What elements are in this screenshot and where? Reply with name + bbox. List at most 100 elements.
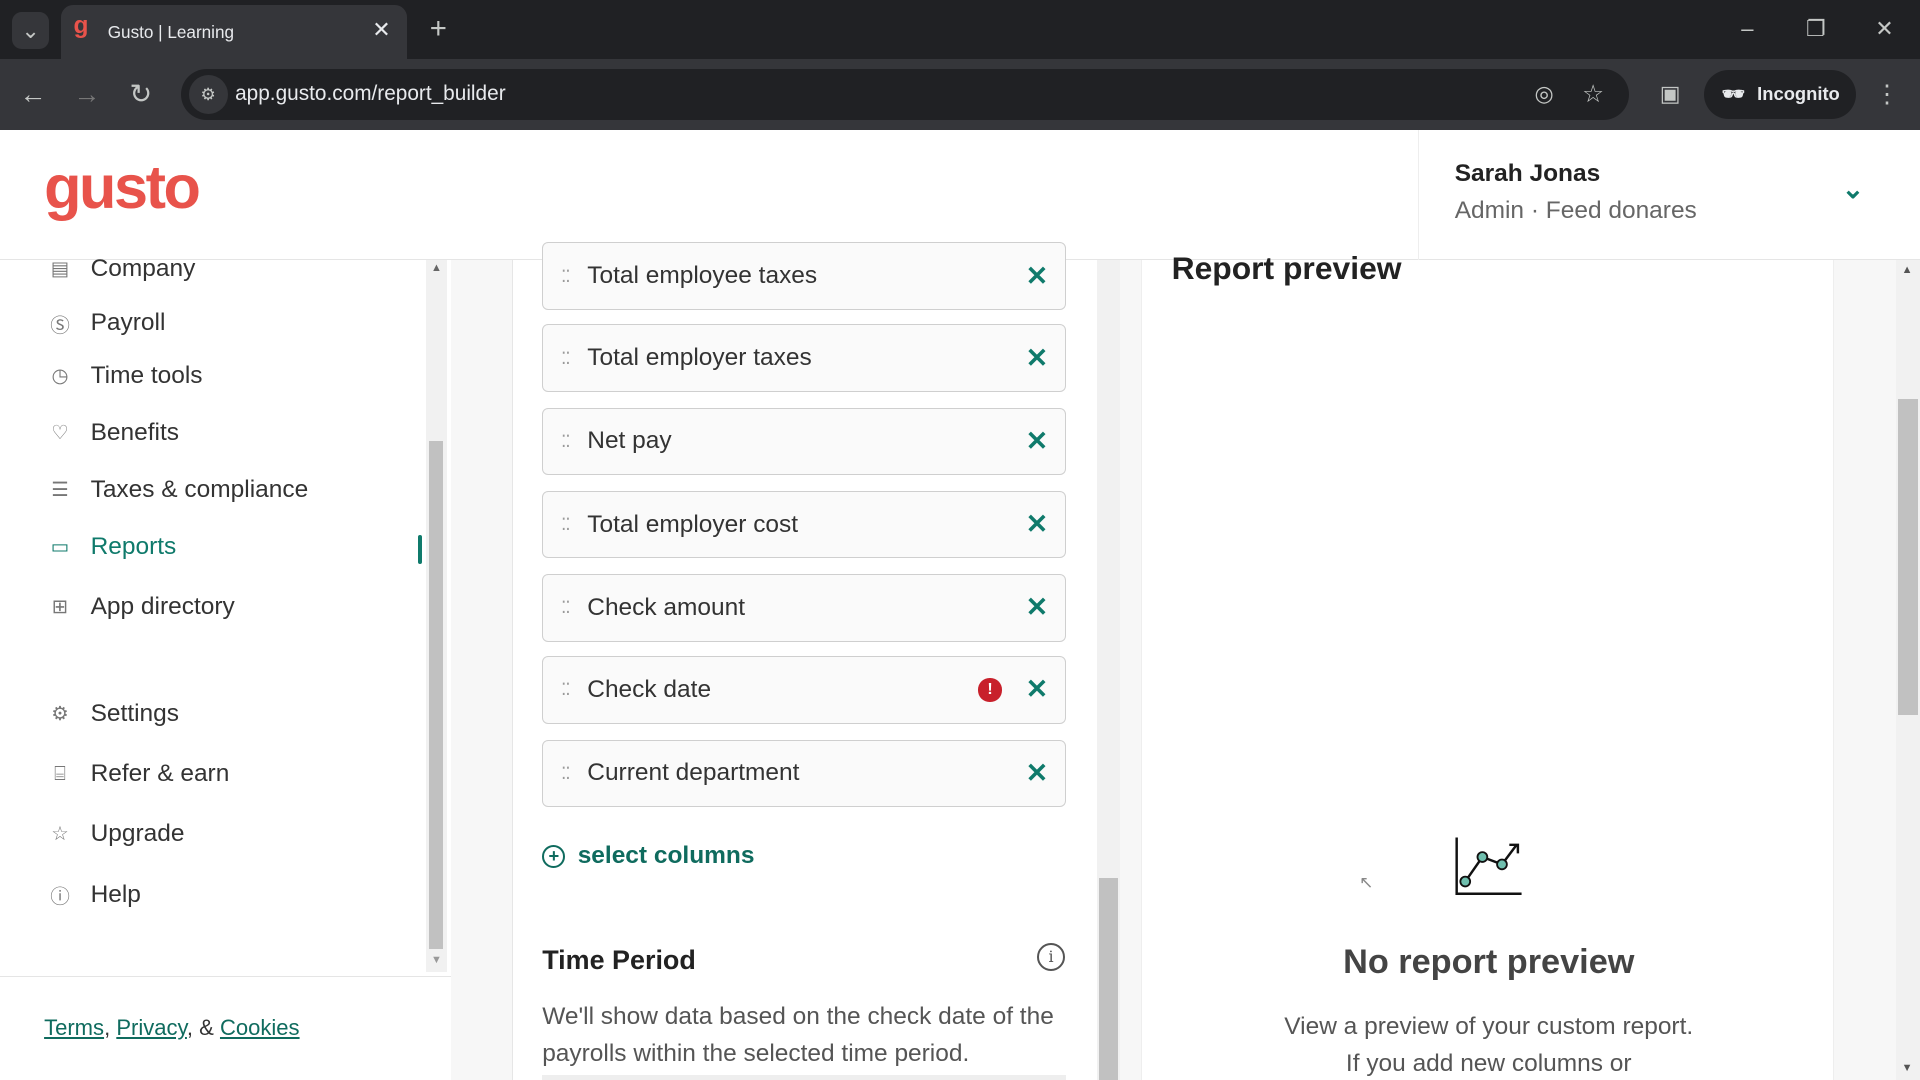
time-period-field[interactable] (542, 1075, 1067, 1080)
sidebar-item-label: Benefits (90, 418, 180, 446)
bookmark-star-icon[interactable]: ☆ (1577, 78, 1609, 110)
sidebar-scrollbar[interactable]: ▲ ▼ (426, 259, 447, 973)
sidebar-divider (0, 975, 451, 978)
sidebar-item-benefits[interactable]: ♡ Benefits (44, 419, 179, 447)
page-scrollbar[interactable]: ▲ ▼ (1895, 259, 1920, 1080)
column-label: Check amount (587, 593, 746, 621)
sidebar-item-label: Upgrade (90, 820, 185, 848)
select-columns-label: select columns (577, 842, 755, 870)
column-label: Total employee taxes (587, 262, 818, 290)
sidebar-item-label: Payroll (90, 309, 166, 337)
info-icon[interactable]: i (1036, 942, 1066, 971)
scroll-down-icon[interactable]: ▼ (431, 954, 442, 966)
sidebar-item-reports[interactable]: ▭ Reports (44, 532, 177, 561)
help-icon: ⓘ (50, 886, 70, 909)
sidebar-item-label: Company (90, 254, 196, 282)
column-item[interactable]: ⁚⁚ Total employer taxes ✕ (542, 324, 1067, 392)
drag-handle-icon[interactable]: ⁚⁚ (543, 514, 587, 535)
sidebar-item-taxes[interactable]: ☰ Taxes & compliance (44, 476, 308, 504)
dollar-icon: Ⓢ (50, 314, 70, 337)
back-button[interactable]: ← (15, 76, 52, 113)
incognito-icon: 🕶 (1721, 83, 1745, 105)
sidebar-item-help[interactable]: ⓘ Help (44, 880, 141, 909)
gear-icon: ⚙ (51, 703, 69, 726)
privacy-link[interactable]: Privacy (116, 1015, 187, 1040)
remove-icon[interactable]: ✕ (1026, 509, 1049, 540)
cookies-link[interactable]: Cookies (220, 1015, 300, 1040)
minimize-button[interactable]: – (1729, 12, 1766, 46)
sidebar-item-label: Reports (90, 532, 177, 560)
drag-handle-icon[interactable]: ⁚⁚ (543, 431, 587, 452)
url-text: app.gusto.com/report_builder (235, 82, 506, 106)
sidebar-item-label: Settings (90, 700, 180, 728)
warning-icon[interactable]: ! (978, 678, 1002, 702)
account-menu[interactable]: Sarah Jonas Admin · Feed donares ⌄ (1418, 130, 1920, 260)
drag-handle-icon[interactable]: ⁚⁚ (543, 348, 587, 369)
sidebar: ▤ Company Ⓢ Payroll ◷ Time tools ♡ Benefits … (0, 255, 451, 1080)
eye-off-icon[interactable]: ◎ (1528, 78, 1560, 110)
sidebar-item-label: App directory (90, 592, 235, 620)
sidebar-item-label: Refer & earn (90, 760, 230, 788)
scroll-up-icon[interactable]: ▲ (431, 262, 442, 274)
sidebar-item-settings[interactable]: ⚙ Settings (44, 700, 179, 728)
reload-button[interactable]: ↻ (122, 76, 159, 113)
tab-search-button[interactable]: ⌄ (12, 12, 49, 49)
restore-button[interactable]: ❐ (1798, 12, 1835, 46)
remove-icon[interactable]: ✕ (1026, 758, 1049, 789)
drag-handle-icon[interactable]: ⁚⁚ (543, 597, 587, 618)
report-builder-panel: ⁚⁚ Total employee taxes ✕ ⁚⁚ Total employer… (511, 242, 1121, 1080)
browser-tab[interactable]: g Gusto | Learning ✕ (61, 4, 407, 59)
user-name: Sarah Jonas (1454, 160, 1601, 188)
panel-scrollbar[interactable] (1096, 259, 1121, 1080)
sidebar-item-upgrade[interactable]: ☆ Upgrade (44, 820, 184, 848)
remove-icon[interactable]: ✕ (1026, 261, 1049, 292)
folder-icon: ▭ (50, 535, 70, 558)
building-icon: ▤ (50, 257, 70, 280)
forward-button[interactable]: → (69, 76, 106, 113)
select-columns-button[interactable]: + select columns (542, 842, 754, 870)
column-item[interactable]: ⁚⁚ Check date! ✕ (542, 656, 1067, 724)
list-icon: ☰ (51, 479, 69, 502)
sidebar-item-app-directory[interactable]: ⊞ App directory (44, 593, 235, 621)
side-panel-icon[interactable]: ▣ (1653, 76, 1687, 113)
drag-handle-icon[interactable]: ⁚⁚ (543, 679, 587, 700)
scroll-down-icon[interactable]: ▼ (1902, 1062, 1913, 1074)
panel-scroll-thumb[interactable] (1099, 877, 1118, 1080)
incognito-badge[interactable]: 🕶 Incognito (1704, 69, 1857, 119)
remove-icon[interactable]: ✕ (1026, 426, 1049, 457)
drag-handle-icon[interactable]: ⁚⁚ (543, 266, 587, 287)
sidebar-item-payroll[interactable]: Ⓢ Payroll (44, 309, 165, 338)
sidebar-item-label: Taxes & compliance (90, 476, 309, 504)
address-bar[interactable]: ⚙ app.gusto.com/report_builder ◎ ☆ (181, 68, 1629, 120)
footer-links: Terms, Privacy, & Cookies (44, 1015, 300, 1041)
new-tab-button[interactable]: + (422, 12, 454, 46)
column-item[interactable]: ⁚⁚ Total employee taxes ✕ (542, 242, 1067, 310)
remove-icon[interactable]: ✕ (1026, 592, 1049, 623)
column-item[interactable]: ⁚⁚ Current department ✕ (542, 739, 1067, 807)
tab-title: Gusto | Learning (107, 22, 235, 43)
sidebar-scroll-thumb[interactable] (428, 440, 444, 949)
remove-icon[interactable]: ✕ (1026, 674, 1049, 705)
tab-close-icon[interactable]: ✕ (372, 17, 390, 43)
chevron-down-icon[interactable]: ⌄ (1842, 174, 1865, 205)
site-info-icon[interactable]: ⚙ (188, 74, 228, 114)
clock-icon: ◷ (51, 365, 69, 388)
column-label: Total employer taxes (587, 344, 812, 372)
sidebar-item-refer[interactable]: ⌸ Refer & earn (44, 760, 229, 788)
sidebar-item-company[interactable]: ▤ Company (44, 254, 196, 283)
scroll-up-icon[interactable]: ▲ (1902, 264, 1913, 276)
drag-handle-icon[interactable]: ⁚⁚ (543, 763, 587, 784)
gusto-logo[interactable]: gusto (44, 152, 201, 222)
plus-circle-icon: + (542, 844, 566, 869)
column-item[interactable]: ⁚⁚ Total employer cost ✕ (542, 491, 1067, 559)
close-window-button[interactable]: ✕ (1866, 12, 1903, 46)
star-icon: ☆ (51, 823, 69, 846)
column-item[interactable]: ⁚⁚ Net pay ✕ (542, 407, 1067, 476)
remove-icon[interactable]: ✕ (1026, 343, 1049, 374)
browser-menu-icon[interactable]: ⋮ (1871, 76, 1903, 113)
sidebar-item-time-tools[interactable]: ◷ Time tools (44, 362, 202, 390)
terms-link[interactable]: Terms (44, 1015, 104, 1040)
app-header: gusto Sarah Jonas Admin · Feed donares ⌄ (0, 129, 1920, 260)
page-scroll-thumb[interactable] (1897, 399, 1918, 716)
column-item[interactable]: ⁚⁚ Check amount ✕ (542, 574, 1067, 642)
